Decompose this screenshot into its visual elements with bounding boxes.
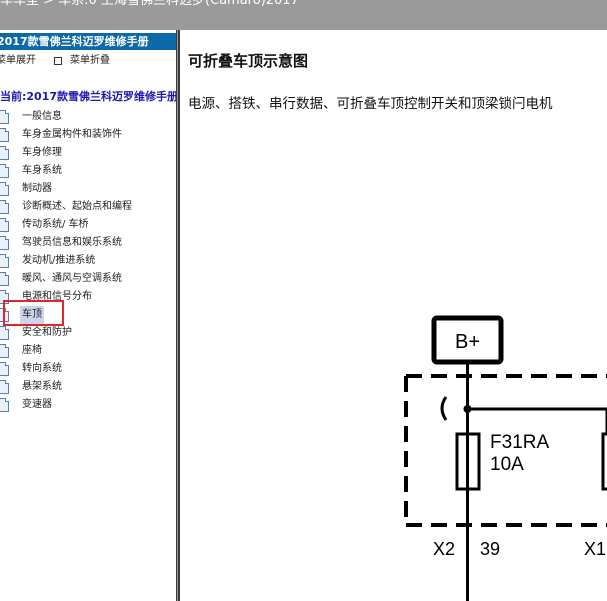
document-icon (0, 146, 9, 160)
battery-label: B+ (455, 331, 480, 353)
tree-item[interactable]: 车身修理 (0, 144, 176, 162)
pin-left-label: 39 (480, 539, 500, 559)
tree-item-label: 车身修理 (22, 147, 62, 158)
document-icon (0, 164, 9, 178)
tree-item[interactable]: 暖风、通风与空调系统 (0, 270, 176, 288)
tree-item[interactable]: 车身金属构件和装饰件 (0, 126, 176, 144)
selection-highlight-box (3, 300, 64, 326)
collapse-square-icon (54, 57, 62, 65)
tree-item-label: 制动器 (22, 183, 52, 194)
document-icon (0, 110, 9, 124)
tree-item[interactable]: 发动机/推进系统 (0, 252, 176, 270)
tree-item[interactable]: 诊断概述、起始点和编程 (0, 198, 176, 216)
document-icon (0, 326, 9, 340)
tree-item[interactable]: 座椅 (0, 342, 176, 360)
current-manual-path[interactable]: 当前:2017款雪佛兰科迈罗维修手册 (0, 88, 176, 104)
document-icon (0, 236, 9, 250)
collapse-menu-button[interactable]: 菜单折叠 (70, 52, 110, 70)
tree-item[interactable]: 转向系统 (0, 360, 176, 378)
document-icon (0, 200, 9, 214)
tree-item[interactable]: 一般信息 (0, 108, 176, 126)
tree-item-label: 车身金属构件和装饰件 (22, 129, 122, 140)
sidebar-header-title: 2017款雪佛兰科迈罗维修手册 (0, 35, 149, 48)
document-icon (0, 182, 9, 196)
tree-item-label: 诊断概述、起始点和编程 (22, 201, 132, 212)
splice-dot (463, 405, 472, 413)
tree-item[interactable]: 传动系统/ 车桥 (0, 216, 176, 234)
document-icon (0, 380, 9, 394)
sidebar-header: 2017款雪佛兰科迈罗维修手册 (0, 33, 176, 50)
connector-left-label: X2 (433, 539, 455, 559)
tree-item-label: 悬架系统 (22, 381, 62, 392)
tree-item-label: 传动系统/ 车桥 (22, 219, 89, 230)
connector-right-label: X1 (584, 539, 606, 559)
document-icon (0, 218, 9, 232)
tree-item-label: 转向系统 (22, 363, 62, 374)
fuse-symbol-right (601, 432, 607, 491)
tree-item-label: 变速器 (22, 399, 52, 410)
tree-item[interactable]: 安全和防护 (0, 324, 176, 342)
document-icon (0, 128, 9, 142)
tree-item-label: 一般信息 (22, 111, 62, 122)
document-icon (0, 362, 9, 376)
wiring-diagram: B+ F31RA 10A X2 39 X1 (404, 315, 607, 601)
window-title: 车车型 > 车系:0 上海雪佛兰科迈罗(Camaro)2017 (0, 0, 299, 8)
bus-curve (440, 396, 448, 421)
tree-item-label: 暖风、通风与空调系统 (22, 273, 122, 284)
tree-item[interactable]: 悬架系统 (0, 378, 176, 396)
tree-item-label: 座椅 (22, 345, 42, 356)
tree-item[interactable]: 制动器 (0, 180, 176, 198)
fuse-rating: 10A (490, 454, 524, 475)
tree-item[interactable]: 驾驶员信息和娱乐系统 (0, 234, 176, 252)
document-icon (0, 398, 9, 412)
tree-item-label: 车身系统 (22, 165, 62, 176)
document-icon (0, 344, 9, 358)
content-pane: 可折叠车顶示意图 电源、搭铁、串行数据、可折叠车顶控制开关和顶梁锁闩电机 B+ … (180, 30, 607, 601)
tree-item-label: 发动机/推进系统 (22, 255, 96, 266)
document-icon (0, 254, 9, 268)
document-icon (0, 272, 9, 286)
window-titlebar: 车车型 > 车系:0 上海雪佛兰科迈罗(Camaro)2017 (0, 0, 607, 30)
fuse-name: F31RA (490, 432, 549, 453)
tree-item-label: 安全和防护 (22, 327, 72, 338)
expand-menu-button[interactable]: 菜单展开 (0, 52, 36, 70)
tree-item-label: 驾驶员信息和娱乐系统 (22, 237, 122, 248)
tree-item[interactable]: 变速器 (0, 396, 176, 414)
tree-item[interactable]: 车身系统 (0, 162, 176, 180)
